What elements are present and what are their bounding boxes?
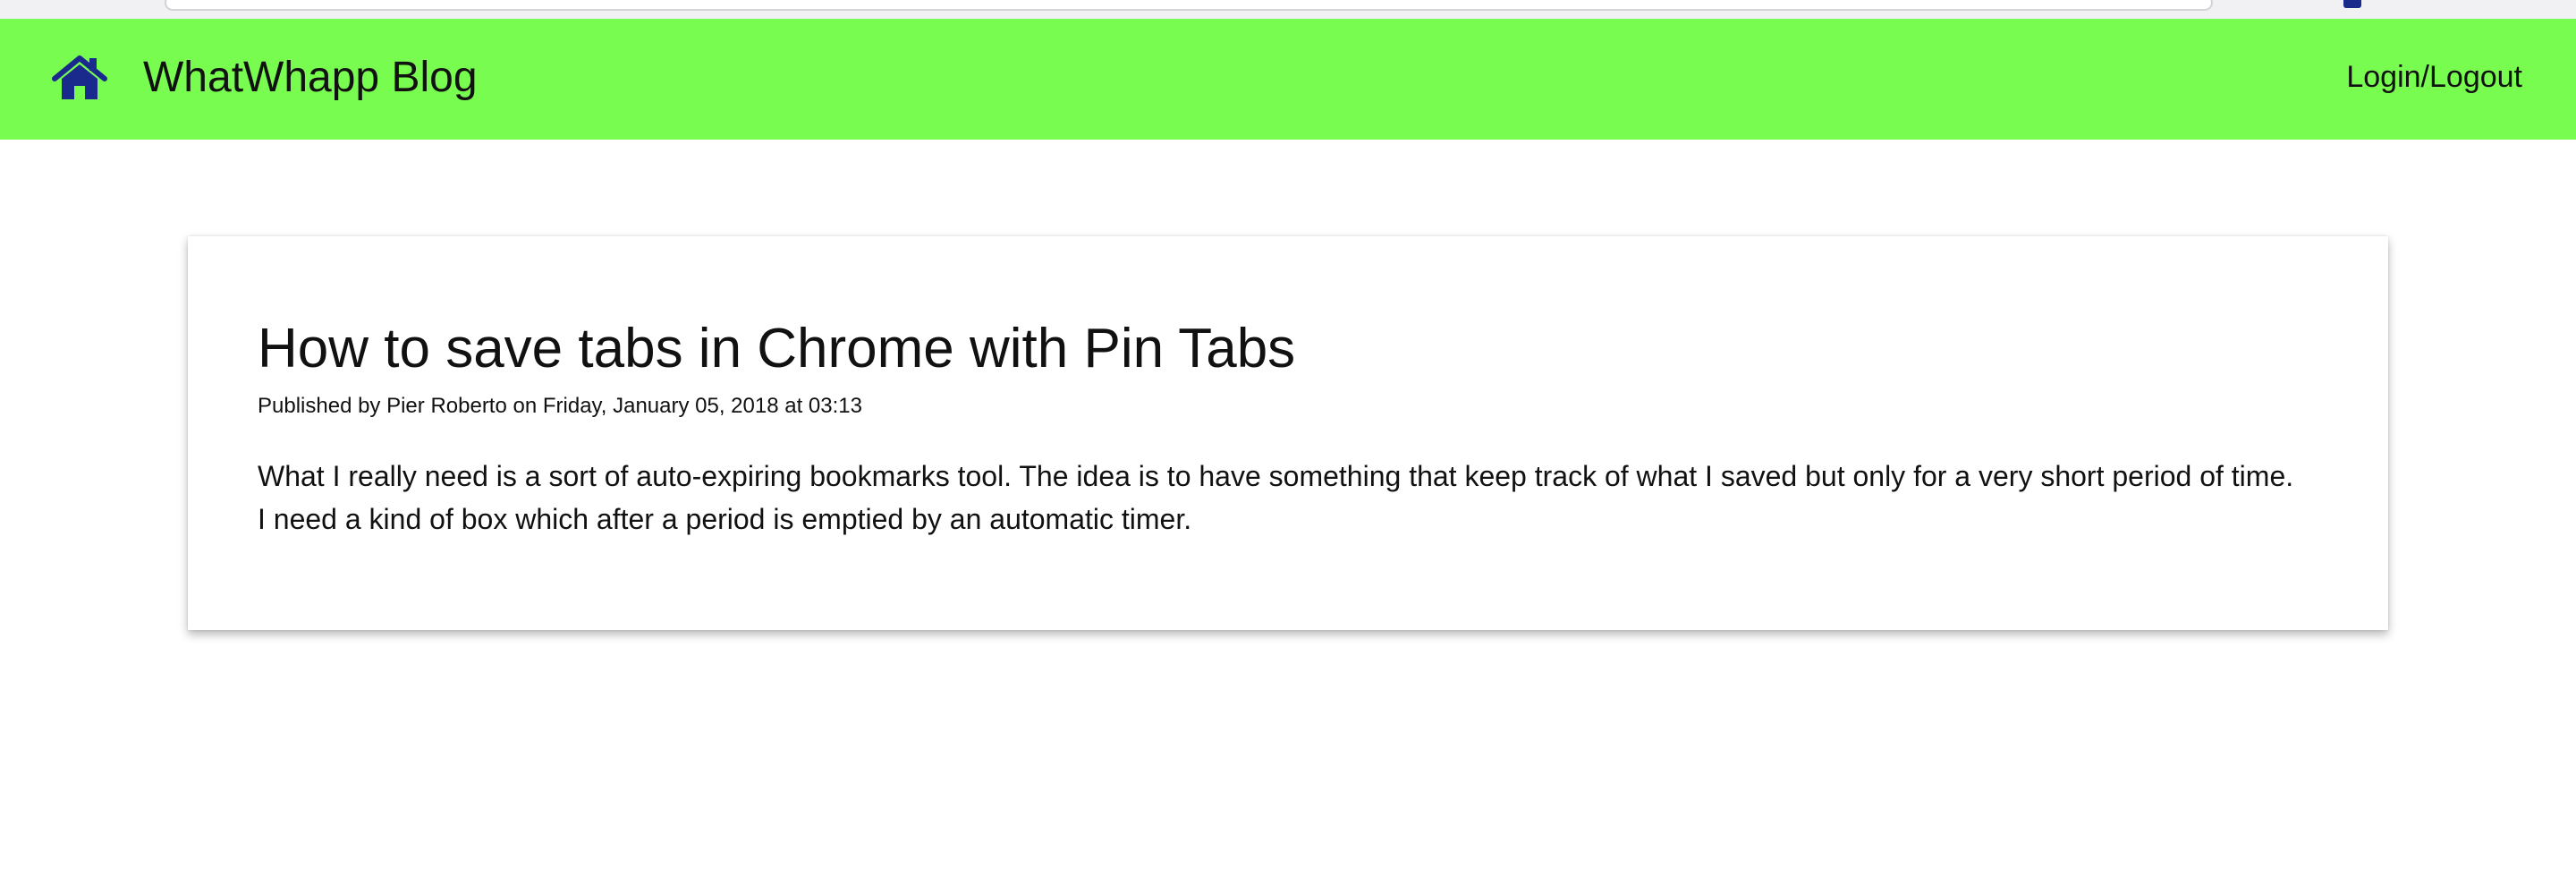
post-card: How to save tabs in Chrome with Pin Tabs… [188, 236, 2388, 630]
home-icon[interactable] [52, 55, 107, 101]
navbar: WhatWhapp Blog Login/Logout [0, 19, 2576, 140]
login-logout-link[interactable]: Login/Logout [2346, 55, 2522, 99]
address-bar[interactable] [165, 0, 2213, 11]
post-title: How to save tabs in Chrome with Pin Tabs [258, 318, 1296, 379]
post-body: What I really need is a sort of auto-exp… [258, 460, 2294, 535]
browser-toolbar [0, 0, 2576, 20]
post-meta: Published by Pier Roberto on Friday, Jan… [258, 394, 862, 418]
browser-extension-icon[interactable] [2343, 0, 2361, 8]
site-brand[interactable]: WhatWhapp Blog [143, 49, 478, 106]
